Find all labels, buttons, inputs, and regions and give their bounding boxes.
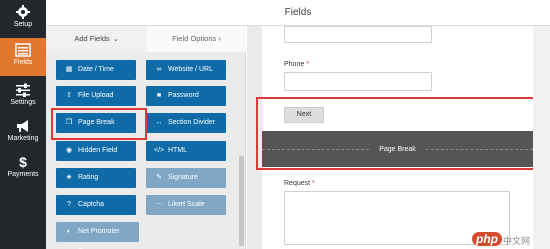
field-button-signature[interactable]: ✎ Signature bbox=[146, 168, 226, 188]
nav-item-payments[interactable]: $ Payments bbox=[0, 150, 46, 188]
watermark-suffix: 中文网 bbox=[503, 236, 531, 246]
field-button-html[interactable]: </> HTML bbox=[146, 141, 226, 161]
chevron-down-icon: ⌄ bbox=[112, 36, 119, 43]
upload-icon: ⇧ bbox=[66, 92, 72, 99]
code-icon: </> bbox=[154, 147, 165, 154]
request-field-label: Request * bbox=[284, 180, 315, 187]
tab-field-options[interactable]: Field Options › bbox=[147, 26, 246, 52]
star-icon: ★ bbox=[65, 174, 73, 181]
field-button-label: Date / Time bbox=[78, 66, 114, 73]
field-button-website-url[interactable]: ∞ Website / URL bbox=[146, 60, 226, 80]
nav-item-setup[interactable]: Setup bbox=[0, 0, 46, 38]
list-icon bbox=[15, 43, 31, 57]
field-button-label: Captcha bbox=[78, 201, 105, 208]
megaphone-icon bbox=[15, 119, 31, 133]
required-mark: * bbox=[306, 61, 309, 68]
watermark-logo-text: php bbox=[476, 232, 498, 246]
field-button-label: File Upload bbox=[78, 92, 114, 99]
nav-label-marketing: Marketing bbox=[7, 135, 39, 142]
field-button-label: Section Divider bbox=[168, 119, 216, 126]
nav-item-fields[interactable]: Fields bbox=[0, 38, 46, 76]
chevron-right-icon: › bbox=[218, 34, 221, 43]
question-icon: ? bbox=[67, 201, 71, 208]
tab-field-options-label: Field Options bbox=[172, 34, 217, 43]
field-button-password[interactable]: ■ Password bbox=[146, 86, 226, 106]
tab-add-fields[interactable]: Add Fields ⌄ bbox=[46, 26, 147, 52]
dollar-icon: $ bbox=[19, 154, 27, 170]
field-button-label: Password bbox=[168, 92, 199, 99]
top-header: Fields bbox=[46, 0, 550, 26]
arrows-icon: ↔ bbox=[155, 119, 163, 126]
page-break-preview-highlight bbox=[256, 97, 540, 170]
gauge-icon: ◐ bbox=[66, 228, 72, 235]
nav-label-settings: Settings bbox=[10, 99, 36, 106]
php-logo-watermark: php bbox=[472, 232, 502, 246]
lock-icon: ■ bbox=[156, 92, 162, 99]
eye-slash-icon: ◉ bbox=[65, 147, 73, 154]
required-mark: * bbox=[312, 180, 315, 187]
field-button-label: Likert Scale bbox=[168, 201, 205, 208]
field-button-section-divider[interactable]: ↔ Section Divider bbox=[146, 113, 226, 133]
dots-icon: ⋯ bbox=[155, 201, 163, 208]
link-icon: ∞ bbox=[156, 66, 162, 73]
nav-label-payments: Payments bbox=[7, 171, 39, 178]
field-button-captcha[interactable]: ? Captcha bbox=[56, 195, 136, 215]
nav-label-fields: Fields bbox=[13, 59, 33, 66]
sliders-icon bbox=[15, 83, 31, 97]
field-button-label: Website / URL bbox=[168, 66, 213, 73]
field-button-label: Hidden Field bbox=[78, 147, 118, 154]
page-title: Fields bbox=[284, 7, 312, 18]
field-button-date-time[interactable]: ▦ Date / Time bbox=[56, 60, 136, 80]
email-field-input[interactable] bbox=[284, 26, 432, 43]
field-button-label: Signature bbox=[168, 174, 198, 181]
phone-field-input[interactable] bbox=[284, 72, 432, 91]
field-button-likert-scale[interactable]: ⋯ Likert Scale bbox=[146, 195, 226, 215]
preview-scrollbar[interactable] bbox=[533, 26, 550, 249]
pen-icon: ✎ bbox=[156, 174, 162, 181]
phone-label-text: Phone bbox=[284, 61, 305, 68]
left-navigation: Setup Fields Settings Marketing $ Paymen… bbox=[0, 0, 46, 249]
nav-item-marketing[interactable]: Marketing bbox=[0, 114, 46, 152]
tab-add-fields-label: Add Fields bbox=[74, 34, 110, 43]
field-button-label: HTML bbox=[168, 147, 188, 154]
field-button-hidden-field[interactable]: ◉ Hidden Field bbox=[56, 141, 136, 161]
field-button-label: Net Promoter Score bbox=[78, 228, 120, 249]
field-button-net-promoter-score[interactable]: ◐ Net Promoter Score bbox=[56, 222, 139, 249]
request-label-text: Request bbox=[284, 180, 311, 187]
phone-field-label: Phone * bbox=[284, 61, 309, 68]
panel-scrollbar-thumb[interactable] bbox=[239, 156, 244, 246]
nav-item-settings[interactable]: Settings bbox=[0, 78, 46, 116]
panel-tabs: Add Fields ⌄ Field Options › bbox=[46, 26, 246, 52]
field-button-rating[interactable]: ★ Rating bbox=[56, 168, 136, 188]
gear-icon bbox=[15, 5, 31, 19]
field-button-label: Rating bbox=[78, 174, 99, 181]
nav-label-setup: Setup bbox=[13, 21, 33, 28]
calendar-icon: ▦ bbox=[65, 66, 73, 73]
page-break-button-highlight bbox=[51, 108, 147, 140]
field-button-file-upload[interactable]: ⇧ File Upload bbox=[56, 86, 136, 106]
